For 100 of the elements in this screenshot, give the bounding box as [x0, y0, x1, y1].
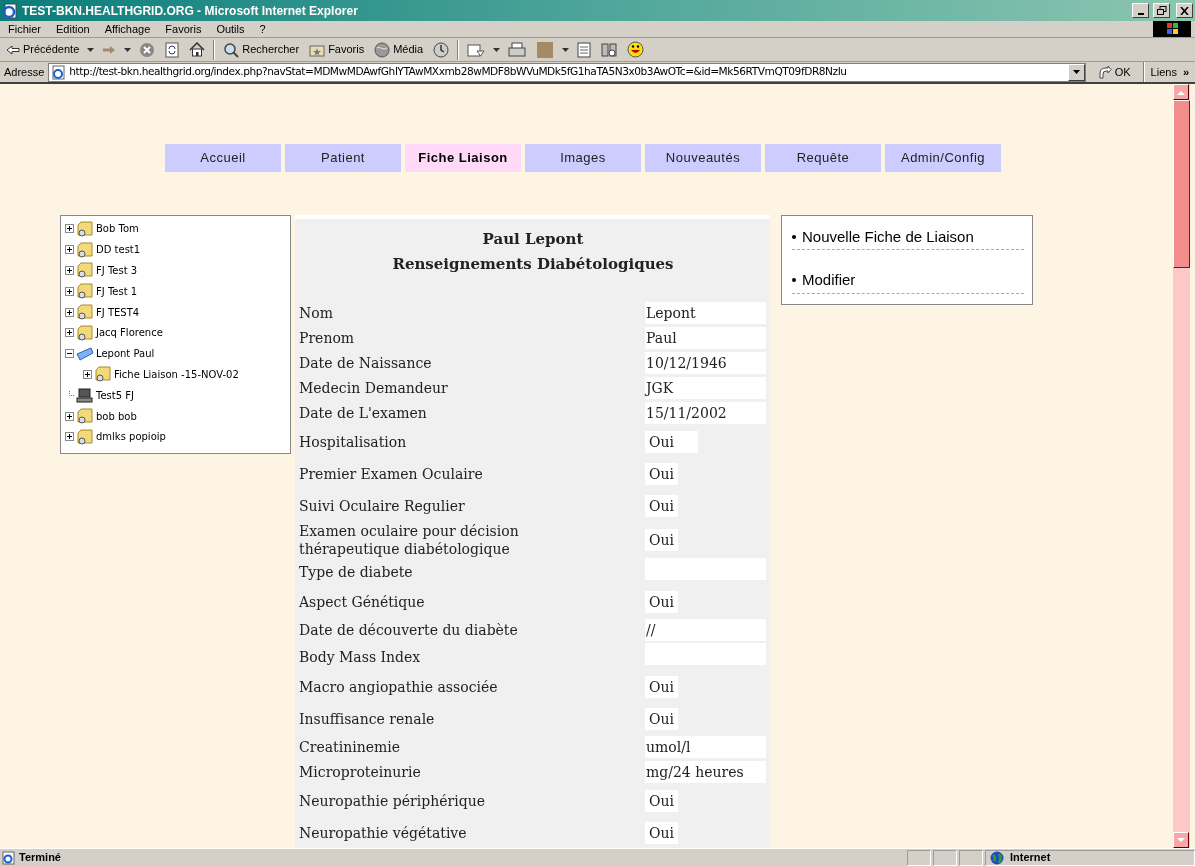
- action-link[interactable]: Modifier: [792, 269, 1024, 294]
- folder-icon: [76, 240, 94, 259]
- back-arrow-icon: [6, 44, 20, 55]
- tree-item[interactable]: DD test1: [96, 242, 141, 258]
- folder-icon: [76, 303, 94, 322]
- nav-tab[interactable]: Fiche Liaison: [405, 144, 521, 172]
- mail-button[interactable]: [465, 41, 488, 58]
- refresh-button[interactable]: [163, 41, 182, 58]
- smiley-icon: [627, 41, 645, 58]
- field-label: Microproteinurie: [299, 763, 422, 781]
- refresh-icon: [165, 41, 180, 58]
- field-value: mg/24 heures: [645, 761, 766, 783]
- dropdown-button[interactable]: [1067, 63, 1085, 81]
- go-arrow-icon: [1097, 65, 1112, 79]
- messenger-button[interactable]: [625, 41, 647, 58]
- nav-tab[interactable]: Patient: [285, 144, 401, 172]
- folder-icon: [94, 365, 112, 384]
- folder-icon: [76, 323, 94, 342]
- field-value: 15/11/2002: [645, 402, 766, 424]
- bullet-icon: [792, 234, 796, 239]
- tree-item[interactable]: FJ TEST4: [96, 304, 140, 320]
- caret-icon[interactable]: [87, 47, 95, 52]
- nav-tab[interactable]: Accueil: [165, 144, 281, 172]
- nav-tab[interactable]: Requête: [765, 144, 881, 172]
- field-label: Aspect Génétique: [299, 592, 426, 611]
- tree-item[interactable]: Jacq Florence: [96, 325, 163, 341]
- field-value: umol/l: [645, 736, 766, 758]
- document-icon: [577, 41, 592, 58]
- expand-icon[interactable]: [65, 411, 74, 421]
- collapse-icon[interactable]: [65, 349, 74, 359]
- nav-tab[interactable]: Admin/Config: [885, 144, 1001, 172]
- field-value: Oui: [645, 789, 678, 812]
- expand-icon[interactable]: [65, 307, 74, 317]
- caret-icon[interactable]: [562, 47, 570, 52]
- expand-icon[interactable]: [65, 224, 74, 234]
- search-button[interactable]: Rechercher: [221, 41, 302, 58]
- color-swatch-icon: [536, 40, 555, 59]
- forward-arrow-icon: [102, 44, 117, 55]
- nav-tab[interactable]: Nouveautés: [645, 144, 761, 172]
- research-button[interactable]: [599, 41, 620, 58]
- print-button[interactable]: [506, 41, 529, 58]
- tree-item[interactable]: FJ Test 3: [96, 263, 138, 278]
- history-button[interactable]: [431, 41, 452, 58]
- action-link[interactable]: Nouvelle Fiche de Liaison: [792, 225, 1024, 250]
- tree-item[interactable]: Test5 FJ: [96, 387, 134, 403]
- computer-icon: [76, 387, 94, 404]
- home-icon: [189, 42, 206, 57]
- tree-item[interactable]: bob bob: [96, 408, 137, 424]
- tree-item[interactable]: FJ Test 1: [96, 283, 138, 299]
- status-text: Terminé: [0, 849, 905, 866]
- menu-item[interactable]: Outils: [216, 20, 245, 38]
- tree-item[interactable]: Lepont Paul: [96, 346, 155, 362]
- field-value: Oui: [645, 590, 678, 613]
- menu-item[interactable]: Affichage: [104, 20, 151, 38]
- expand-icon[interactable]: [65, 328, 74, 338]
- scrollbar[interactable]: [1173, 84, 1190, 848]
- minimize-button[interactable]: [1132, 3, 1149, 18]
- clock-icon: [433, 41, 450, 58]
- menu-item[interactable]: Favoris: [165, 20, 202, 38]
- tree-item[interactable]: Fiche Liaison -15-NOV-02: [114, 366, 239, 382]
- edit-button[interactable]: [575, 41, 594, 58]
- scroll-down-icon[interactable]: [1173, 832, 1189, 848]
- expand-icon[interactable]: [65, 266, 74, 275]
- field-label: Prenom: [299, 329, 356, 347]
- scroll-up-icon[interactable]: [1173, 84, 1189, 100]
- back-button[interactable]: Précédente: [4, 41, 82, 58]
- tree-item[interactable]: Bob Tom: [96, 221, 139, 237]
- restore-button[interactable]: [1153, 3, 1170, 18]
- field-label: Date de Naissance: [299, 354, 433, 372]
- nav-tab[interactable]: Images: [525, 144, 641, 172]
- status-panel: [959, 849, 983, 866]
- tree-item[interactable]: dmlks popioip: [96, 429, 166, 445]
- expand-icon[interactable]: [65, 245, 74, 255]
- address-field[interactable]: http://test-bkn.healthgrid.org/index.php?navStat=MDMwMDAwfGhlYTAwMXxmb28wMDF8bWVuMDk5fG1haTA5N3x0b3AwOTc=&id=Mk56RTVmQT09fDR8NzIu: [48, 62, 1086, 82]
- caret-icon: [1072, 70, 1080, 74]
- printer-icon: [508, 41, 527, 58]
- expand-icon[interactable]: [65, 432, 74, 442]
- folder-icon: [76, 282, 94, 301]
- menu-item[interactable]: ?: [259, 20, 266, 38]
- field-value: Oui: [645, 462, 678, 485]
- media-button[interactable]: Média: [372, 41, 426, 58]
- links-button[interactable]: Liens »: [1148, 63, 1191, 81]
- field-label: Date de découverte du diabète: [299, 621, 519, 639]
- close-button[interactable]: [1176, 3, 1193, 18]
- field-value: //: [645, 619, 766, 641]
- menu-item[interactable]: Edition: [56, 20, 90, 38]
- caret-icon[interactable]: [124, 47, 132, 52]
- favorites-button[interactable]: Favoris: [307, 41, 367, 58]
- field-value: Oui: [645, 821, 678, 844]
- address-label: Adresse: [4, 64, 45, 80]
- go-button[interactable]: OK: [1095, 63, 1133, 81]
- field-value: 10/12/1946: [645, 352, 766, 374]
- caret-icon[interactable]: [493, 47, 501, 52]
- expand-icon[interactable]: [83, 369, 92, 379]
- page-icon: [2, 850, 16, 865]
- search-icon: [223, 41, 240, 58]
- field-label: Nom: [299, 304, 334, 322]
- scroll-thumb[interactable]: [1173, 100, 1190, 268]
- expand-icon[interactable]: [65, 286, 74, 296]
- menu-item[interactable]: Fichier: [8, 20, 41, 38]
